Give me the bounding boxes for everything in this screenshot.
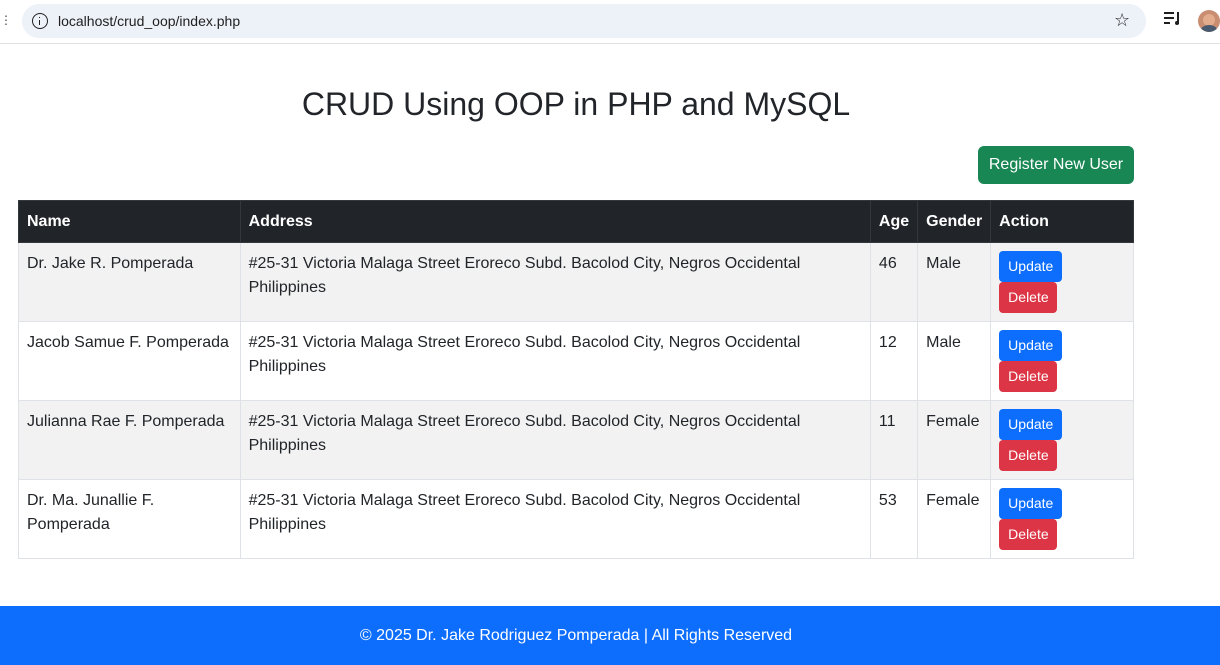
cell-age: 11 — [869, 400, 919, 480]
delete-button[interactable]: Delete — [999, 440, 1058, 471]
cell-address: #25-31 Victoria Malaga Street Eroreco Su… — [239, 479, 871, 559]
column-header-action: Action — [990, 200, 1134, 243]
cell-action: Update Delete — [990, 321, 1134, 401]
cell-gender: Female — [917, 479, 992, 559]
cell-address: #25-31 Victoria Malaga Street Eroreco Su… — [239, 400, 871, 480]
avatar[interactable] — [1198, 10, 1220, 32]
info-icon[interactable] — [32, 13, 48, 29]
column-header-address: Address — [239, 200, 871, 243]
cell-gender: Male — [917, 321, 992, 401]
update-button[interactable]: Update — [999, 488, 1063, 519]
page-title: CRUD Using OOP in PHP and MySQL — [301, 86, 851, 122]
cell-age: 53 — [869, 479, 919, 559]
cell-action: Update Delete — [990, 479, 1134, 559]
cell-name: Julianna Rae F. Pomperada — [18, 400, 241, 480]
table-row: Jacob Samue F. Pomperada #25-31 Victoria… — [18, 321, 1134, 401]
cell-action: Update Delete — [990, 242, 1134, 322]
footer: © 2025 Dr. Jake Rodriguez Pomperada | Al… — [0, 606, 1220, 665]
cell-age: 46 — [869, 242, 919, 322]
table-header-row: Name Address Age Gender Action — [18, 200, 1134, 243]
delete-button[interactable]: Delete — [999, 282, 1058, 313]
address-bar[interactable]: localhost/crud_oop/index.php ☆ — [22, 4, 1146, 38]
column-header-gender: Gender — [917, 200, 992, 243]
cell-action: Update Delete — [990, 400, 1134, 480]
cell-address: #25-31 Victoria Malaga Street Eroreco Su… — [239, 321, 871, 401]
cell-gender: Male — [917, 242, 992, 322]
media-control-icon[interactable] — [1164, 11, 1182, 27]
update-button[interactable]: Update — [999, 251, 1063, 282]
browser-toolbar: ⋮ localhost/crud_oop/index.php ☆ — [0, 0, 1220, 44]
footer-text: © 2025 Dr. Jake Rodriguez Pomperada | Al… — [359, 627, 793, 644]
cell-name: Jacob Samue F. Pomperada — [18, 321, 241, 401]
star-icon[interactable]: ☆ — [1114, 10, 1130, 30]
cell-age: 12 — [869, 321, 919, 401]
delete-button[interactable]: Delete — [999, 519, 1058, 550]
delete-button[interactable]: Delete — [999, 361, 1058, 392]
cell-gender: Female — [917, 400, 992, 480]
register-new-user-button[interactable]: Register New User — [978, 146, 1134, 184]
column-header-name: Name — [18, 200, 241, 243]
window-edge-icon: ⋮ — [0, 13, 12, 27]
cell-address: #25-31 Victoria Malaga Street Eroreco Su… — [239, 242, 871, 322]
cell-name: Dr. Ma. Junallie F. Pomperada — [18, 479, 241, 559]
table-row: Julianna Rae F. Pomperada #25-31 Victori… — [18, 400, 1134, 480]
url-text[interactable]: localhost/crud_oop/index.php — [58, 13, 240, 29]
update-button[interactable]: Update — [999, 409, 1063, 440]
table-row: Dr. Jake R. Pomperada #25-31 Victoria Ma… — [18, 242, 1134, 322]
users-table: Name Address Age Gender Action Dr. Jake … — [18, 200, 1134, 559]
cell-name: Dr. Jake R. Pomperada — [18, 242, 241, 322]
column-header-age: Age — [869, 200, 919, 243]
update-button[interactable]: Update — [999, 330, 1063, 361]
table-row: Dr. Ma. Junallie F. Pomperada #25-31 Vic… — [18, 479, 1134, 559]
